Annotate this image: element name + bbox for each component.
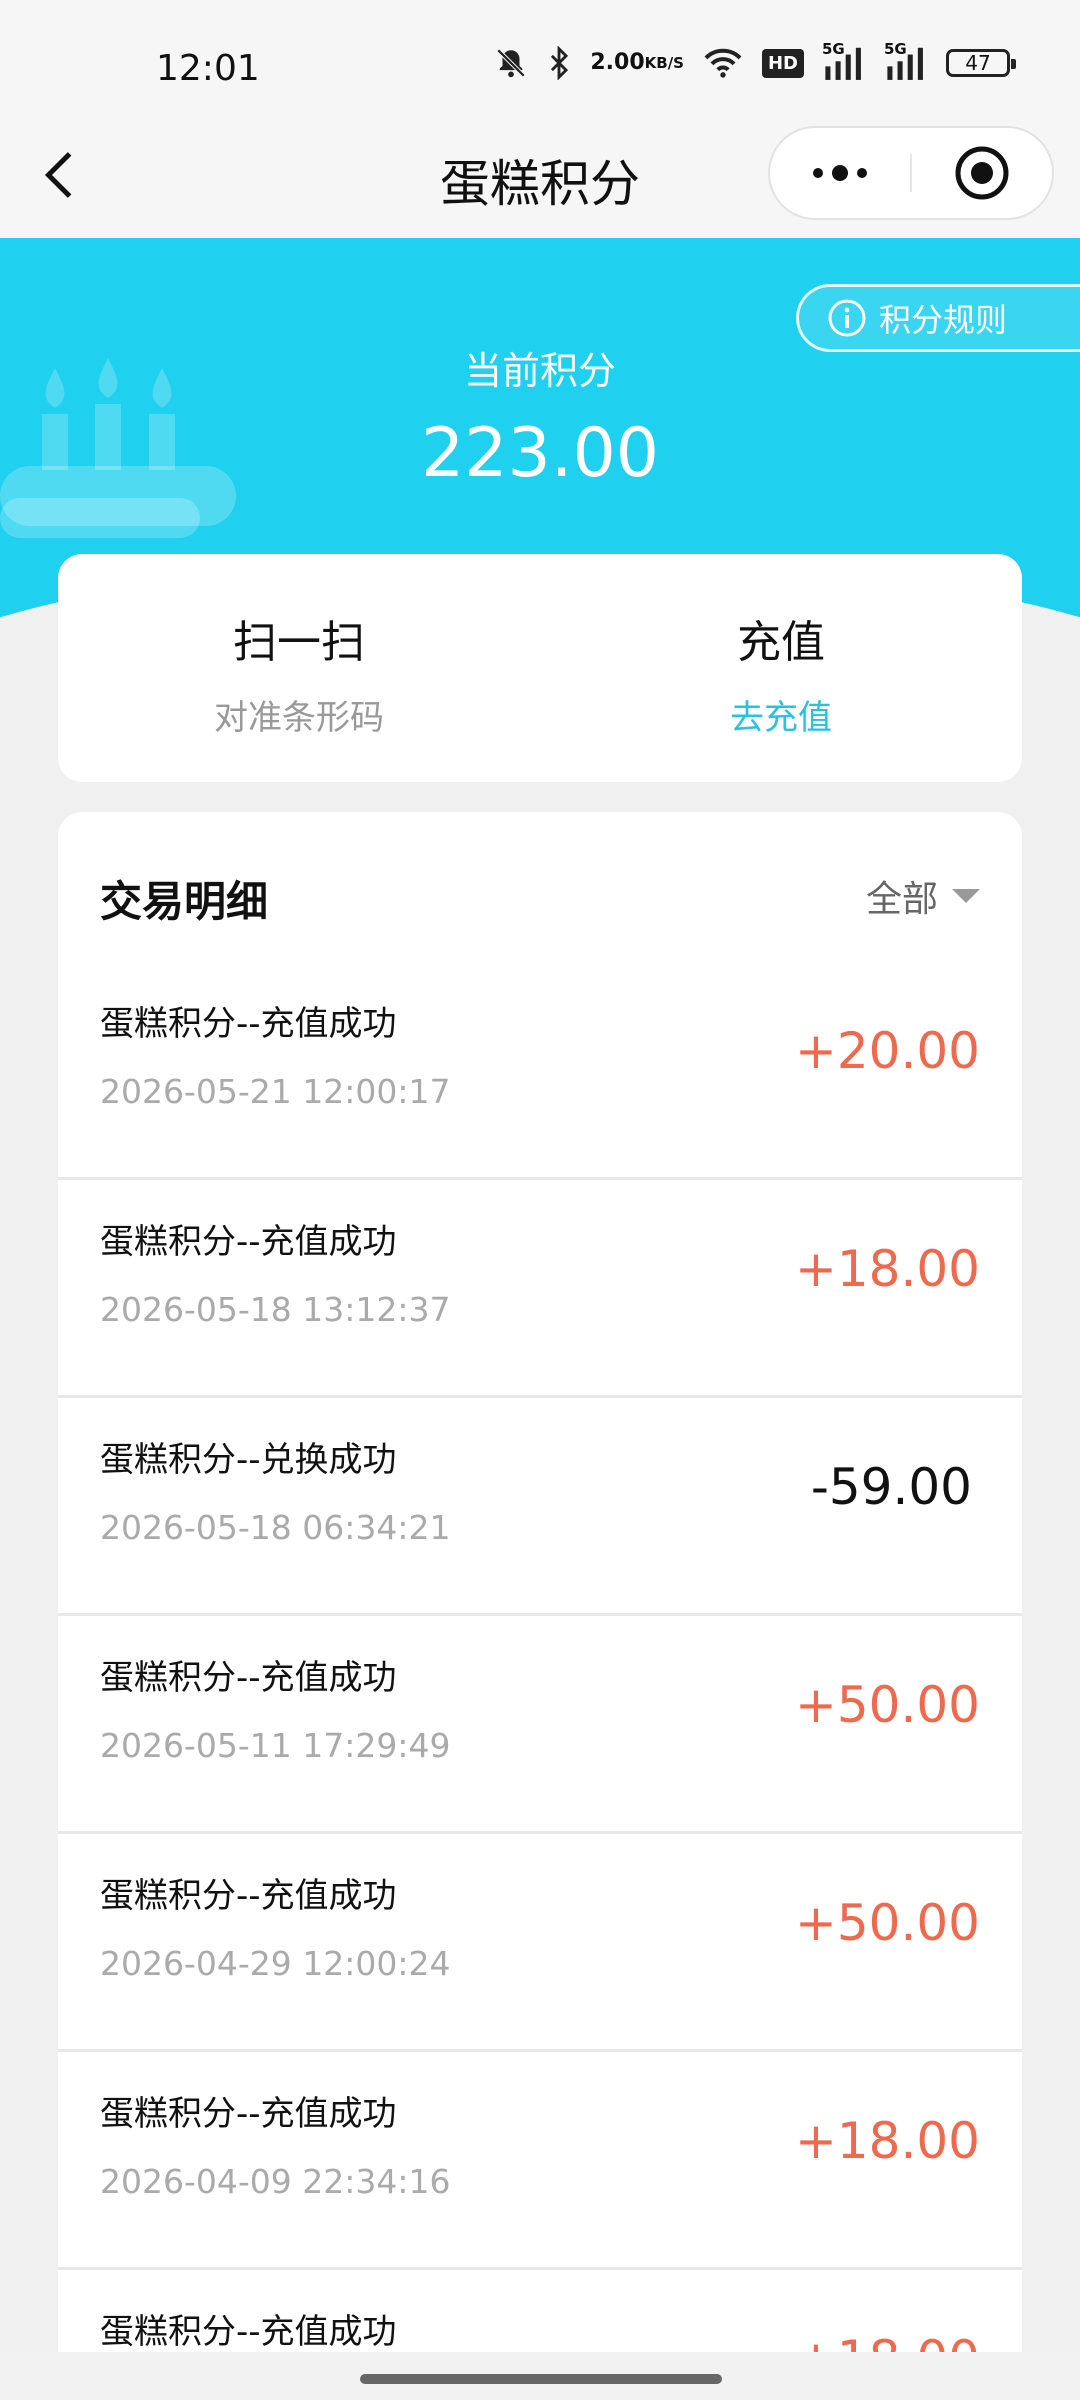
transaction-name: 蛋糕积分--充值成功: [100, 1004, 397, 1044]
battery-icon: 47: [946, 49, 1016, 77]
home-indicator[interactable]: [360, 2374, 722, 2384]
transaction-row[interactable]: 蛋糕积分--充值成功 2026-04-09 22:34:16 +18.00: [58, 2052, 1022, 2270]
transaction-name: 蛋糕积分--充值成功: [100, 1222, 397, 1262]
close-target-icon[interactable]: [912, 128, 1052, 218]
signal-icon: 5G: [822, 40, 866, 80]
scan-button[interactable]: 扫一扫 对准条形码: [58, 554, 540, 782]
recharge-subtitle: 去充值: [730, 698, 832, 738]
scan-subtitle: 对准条形码: [214, 698, 384, 738]
transaction-name: 蛋糕积分--充值成功: [100, 1876, 397, 1916]
transactions-title: 交易明细: [100, 877, 269, 926]
mini-program-capsule: [768, 126, 1054, 220]
transaction-row[interactable]: 蛋糕积分--充值成功 2026-05-11 17:29:49 +50.00: [58, 1616, 1022, 1834]
transactions-header: 交易明细 全部: [58, 812, 1022, 962]
recharge-title: 充值: [737, 617, 825, 668]
transaction-row[interactable]: 蛋糕积分--兑换成功 2026-05-18 06:34:21 -59.00: [58, 1398, 1022, 1616]
transaction-row[interactable]: 蛋糕积分--充值成功 2026-05-21 12:00:17 +20.00: [58, 962, 1022, 1180]
transaction-time: 2026-05-11 17:29:49: [100, 1726, 451, 1765]
wifi-icon: [702, 46, 744, 80]
nav-bar: 蛋糕积分: [0, 100, 1080, 240]
actions-card: 扫一扫 对准条形码 充值 去充值: [58, 554, 1022, 782]
info-icon: [828, 299, 866, 337]
more-icon[interactable]: [770, 128, 910, 218]
mute-bell-icon: [494, 46, 528, 80]
transaction-row[interactable]: 蛋糕积分--充值成功 2026-05-18 13:12:37 +18.00: [58, 1180, 1022, 1398]
transaction-name: 蛋糕积分--充值成功: [100, 1658, 397, 1698]
signal-icon: 5G: [884, 40, 928, 80]
hd-icon: HD: [761, 48, 804, 78]
status-icons: 2.00 KB/S HD 5G 5G 47: [494, 40, 1016, 80]
transaction-amount: +50.00: [794, 1894, 980, 1952]
bluetooth-icon: [546, 46, 572, 80]
scan-title: 扫一扫: [233, 617, 365, 668]
transaction-time: 2026-05-18 06:34:21: [100, 1508, 451, 1547]
transaction-amount: +18.00: [794, 1240, 980, 1298]
transaction-amount: +20.00: [794, 1022, 980, 1080]
filter-label: 全部: [865, 879, 938, 920]
transaction-time: 2026-05-21 12:00:17: [100, 1072, 451, 1111]
transaction-time: 2026-04-09 22:34:16: [100, 2162, 451, 2201]
transaction-amount: -59.00: [810, 1458, 972, 1516]
filter-dropdown[interactable]: 全部: [866, 870, 980, 922]
transaction-amount: +50.00: [794, 1676, 980, 1734]
transactions-card: 交易明细 全部 蛋糕积分--充值成功 2026-05-21 12:00:17 +…: [58, 812, 1022, 2400]
transaction-amount: +18.00: [794, 2112, 980, 2170]
home-indicator-bar: [0, 2352, 1080, 2400]
current-points-value: 223.00: [421, 414, 659, 493]
transaction-time: 2026-05-18 13:12:37: [100, 1290, 451, 1329]
net-speed: 2.00 KB/S: [590, 50, 684, 75]
recharge-button[interactable]: 充值 去充值: [540, 554, 1022, 782]
transaction-name: 蛋糕积分--充值成功: [100, 2312, 397, 2352]
transaction-name: 蛋糕积分--充值成功: [100, 2094, 397, 2134]
transaction-row[interactable]: 蛋糕积分--充值成功 2026-04-29 12:00:24 +50.00: [58, 1834, 1022, 2052]
chevron-down-icon: [952, 889, 980, 903]
status-time: 12:01: [156, 48, 260, 89]
current-points-label: 当前积分: [463, 349, 616, 393]
points-rules-label: 积分规则: [879, 301, 1008, 339]
transaction-name: 蛋糕积分--兑换成功: [100, 1440, 397, 1480]
transaction-time: 2026-04-29 12:00:24: [100, 1944, 451, 1983]
